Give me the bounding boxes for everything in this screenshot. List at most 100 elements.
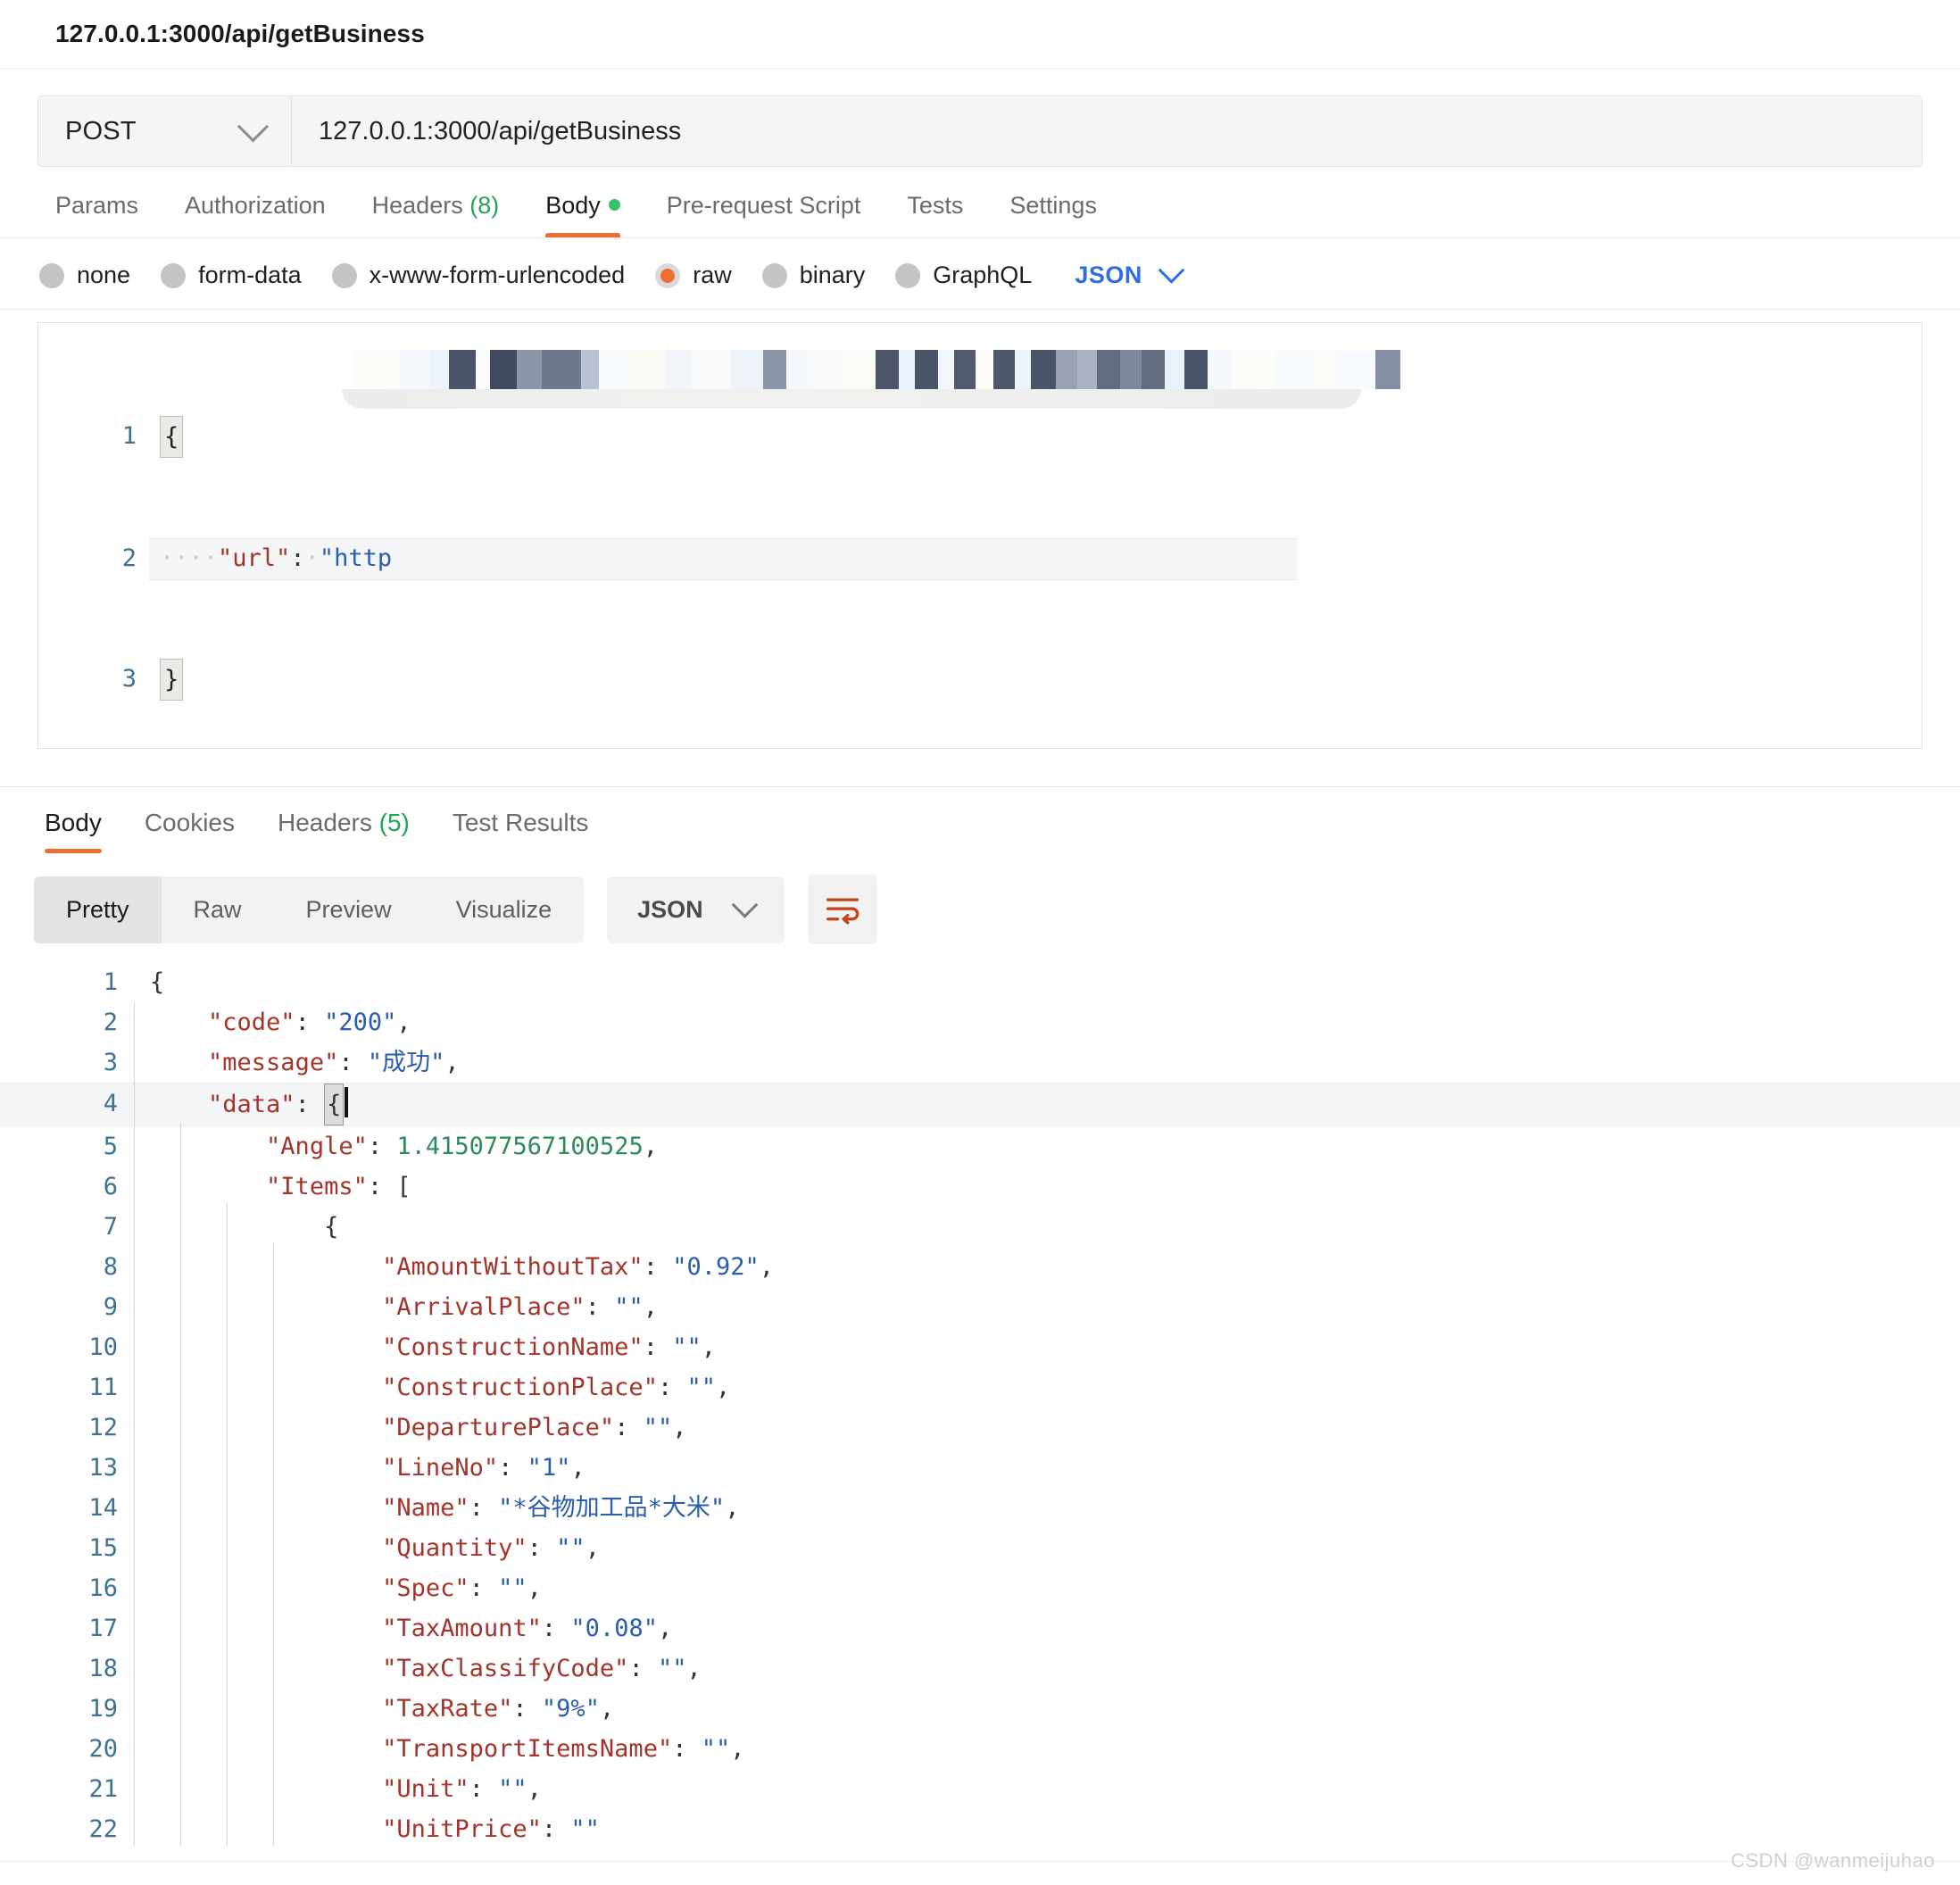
- tab-pre-request-script[interactable]: Pre-request Script: [644, 192, 884, 237]
- json-comma: ,: [643, 1293, 658, 1321]
- radio-raw[interactable]: raw: [655, 262, 732, 289]
- response-code-text: "Quantity": "",: [143, 1528, 1960, 1568]
- redaction-shadow: [342, 389, 1361, 409]
- radio-binary[interactable]: binary: [761, 262, 865, 289]
- json-value: [: [396, 1173, 411, 1200]
- json-colon: :: [643, 1333, 673, 1361]
- json-key: "Items": [266, 1173, 368, 1200]
- response-code-text: "code": "200",: [143, 1002, 1960, 1042]
- json-colon: :: [672, 1735, 702, 1763]
- json-comma: ,: [657, 1615, 673, 1642]
- json-value: "9%": [541, 1695, 600, 1723]
- radio-binary-icon: [761, 262, 787, 288]
- text-cursor: [345, 1087, 349, 1117]
- line-number: 15: [88, 1534, 118, 1562]
- line-number: 16: [88, 1574, 118, 1602]
- json-value: "": [498, 1775, 527, 1803]
- json-colon: :: [628, 1655, 658, 1682]
- tab-authorization[interactable]: Authorization: [162, 192, 349, 237]
- response-tab-cookies[interactable]: Cookies: [123, 809, 256, 853]
- response-format-select[interactable]: JSON: [607, 876, 785, 943]
- view-mode-raw[interactable]: Raw: [162, 876, 274, 943]
- tab-params[interactable]: Params: [32, 192, 162, 237]
- json-key: "Name": [382, 1494, 469, 1522]
- response-tab-headers-label: Headers: [278, 809, 372, 836]
- http-method-label: POST: [65, 116, 137, 145]
- response-code-line: 8 "AmountWithoutTax": "0.92",: [0, 1247, 1960, 1287]
- json-comma: ,: [527, 1775, 542, 1803]
- response-code-text: "Unit": "",: [143, 1769, 1960, 1809]
- json-comma: ,: [759, 1253, 775, 1281]
- json-value: "0.08": [570, 1615, 658, 1642]
- json-key: "code": [208, 1009, 295, 1036]
- json-comma: ,: [527, 1574, 542, 1602]
- tab-headers[interactable]: Headers (8): [349, 192, 523, 237]
- watermark: CSDN @wanmeijuhao: [1731, 1849, 1935, 1872]
- request-code-line: 1 {: [38, 416, 1922, 458]
- request-body-editor[interactable]: 1 { 2 ····"url":·"http 3 }: [37, 322, 1923, 749]
- tab-tests[interactable]: Tests: [884, 192, 986, 237]
- http-method-select[interactable]: POST: [38, 96, 292, 166]
- tab-settings[interactable]: Settings: [986, 192, 1120, 237]
- json-string-value: "http: [319, 544, 393, 572]
- radio-x-www-form-urlencoded[interactable]: x-www-form-urlencoded: [331, 262, 625, 289]
- radio-graphql[interactable]: GraphQL: [895, 262, 1032, 289]
- radio-none[interactable]: none: [39, 262, 130, 289]
- response-code-line: 21 "Unit": "",: [0, 1769, 1960, 1809]
- json-colon: :: [469, 1574, 499, 1602]
- line-number: 21: [88, 1775, 118, 1803]
- json-key: "TransportItemsName": [382, 1735, 673, 1763]
- response-code-text: "ConstructionPlace": "",: [143, 1367, 1960, 1408]
- response-code-line: 22 "UnitPrice": "": [0, 1809, 1960, 1849]
- brace-close: }: [160, 659, 184, 701]
- line-number: 17: [88, 1615, 118, 1642]
- json-comma: ,: [730, 1735, 745, 1763]
- json-value: "*谷物加工品*大米": [498, 1494, 726, 1522]
- json-key: "url": [218, 544, 291, 572]
- json-value: "1": [527, 1454, 571, 1482]
- json-comma: ,: [686, 1655, 702, 1682]
- line-number: 12: [88, 1414, 118, 1441]
- json-colon: :: [498, 1454, 527, 1482]
- json-value: "": [570, 1815, 600, 1843]
- view-mode-pretty[interactable]: Pretty: [34, 876, 162, 943]
- json-key: "data": [208, 1091, 295, 1118]
- url-input[interactable]: 127.0.0.1:3000/api/getBusiness: [292, 96, 1922, 166]
- indent-guide: [273, 1243, 274, 1846]
- response-code-line: 14 "Name": "*谷物加工品*大米",: [0, 1488, 1960, 1528]
- redacted-url-mosaic: [353, 350, 1400, 389]
- json-value: "": [657, 1655, 687, 1682]
- json-comma: ,: [643, 1133, 658, 1160]
- radio-graphql-label: GraphQL: [933, 262, 1033, 288]
- view-mode-preview[interactable]: Preview: [274, 876, 424, 943]
- response-code-line: 16 "Spec": "",: [0, 1568, 1960, 1608]
- response-tab-body[interactable]: Body: [23, 809, 123, 853]
- line-number: 14: [88, 1494, 118, 1522]
- response-code-text: "message": "成功",: [143, 1042, 1960, 1083]
- indent-guide: [180, 1123, 181, 1846]
- tab-headers-label: Headers: [371, 192, 463, 219]
- view-mode-visualize[interactable]: Visualize: [424, 876, 585, 943]
- response-tab-body-label: Body: [45, 809, 102, 836]
- response-code-text: "UnitPrice": "": [143, 1809, 1960, 1849]
- json-colon: :: [512, 1695, 542, 1723]
- word-wrap-button[interactable]: [807, 875, 877, 944]
- line-number: 1: [103, 968, 118, 996]
- response-tab-cookies-label: Cookies: [144, 809, 235, 836]
- json-colon: :: [290, 544, 305, 572]
- url-bar: POST 127.0.0.1:3000/api/getBusiness: [37, 95, 1923, 167]
- response-code-line: 17 "TaxAmount": "0.08",: [0, 1608, 1960, 1648]
- json-key: "TaxRate": [382, 1695, 513, 1723]
- radio-form-data[interactable]: form-data: [161, 262, 302, 289]
- response-tab-headers[interactable]: Headers (5): [256, 809, 431, 853]
- json-comma: ,: [570, 1454, 586, 1482]
- body-language-select[interactable]: JSON: [1075, 256, 1185, 289]
- request-tab-bar: Params Authorization Headers (8) Body Pr…: [0, 167, 1960, 238]
- response-body-editor[interactable]: 1{2 "code": "200", 3 "message": "成功", 4 "d…: [0, 962, 1960, 1846]
- json-colon: :: [295, 1091, 325, 1118]
- response-code-text: "Angle": 1.415077567100525,: [143, 1126, 1960, 1167]
- response-tab-test-results[interactable]: Test Results: [431, 809, 610, 853]
- response-code-text: {: [143, 1207, 1960, 1247]
- chevron-down-icon: [1158, 256, 1185, 284]
- tab-body[interactable]: Body: [522, 192, 644, 237]
